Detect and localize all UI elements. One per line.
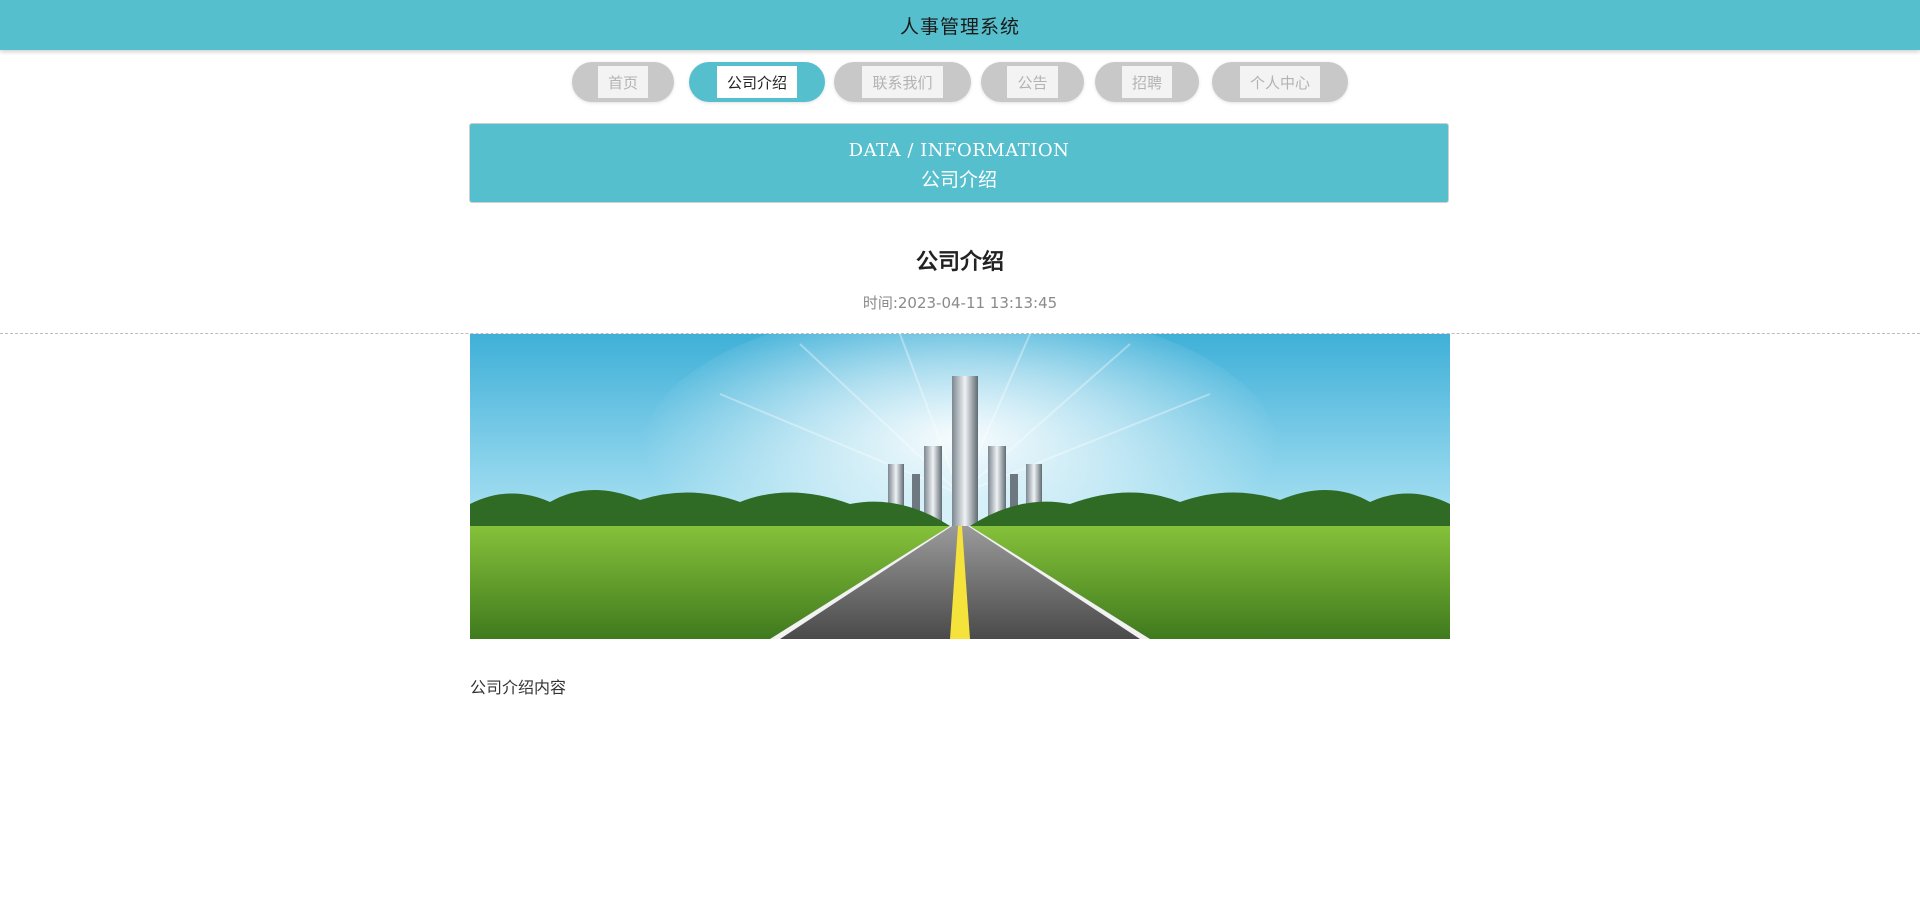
banner-subtitle-en: DATA / INFORMATION bbox=[848, 140, 1070, 161]
nav-item-label: 公告 bbox=[1007, 66, 1058, 98]
nav-item-label: 首页 bbox=[597, 66, 648, 98]
hero-image bbox=[470, 334, 1450, 639]
top-header: 人事管理系统 bbox=[0, 0, 1920, 50]
article-content: 公司介绍内容 bbox=[470, 678, 567, 697]
time-label: 时间: bbox=[862, 294, 898, 312]
nav-item-label: 公司介绍 bbox=[716, 66, 797, 98]
nav-item-company-intro[interactable]: 公司介绍 bbox=[689, 62, 825, 102]
banner-title-cn: 公司介绍 bbox=[920, 169, 997, 191]
section-banner: DATA / INFORMATION 公司介绍 bbox=[469, 123, 1449, 203]
nav-item-label: 招聘 bbox=[1121, 66, 1172, 98]
time-value: 2023-04-11 13:13:45 bbox=[897, 294, 1058, 312]
nav-item-personal-center[interactable]: 个人中心 bbox=[1212, 62, 1348, 102]
nav-item-recruitment[interactable]: 招聘 bbox=[1095, 62, 1199, 102]
nav-item-contact[interactable]: 联系我们 bbox=[834, 62, 971, 102]
article-timestamp: 时间:2023-04-11 13:13:45 bbox=[0, 292, 1920, 313]
nav-item-label: 联系我们 bbox=[862, 66, 943, 98]
nav-item-home[interactable]: 首页 bbox=[572, 62, 674, 102]
app-title: 人事管理系统 bbox=[899, 15, 1020, 38]
article-title: 公司介绍 bbox=[915, 250, 1004, 275]
main-nav: 首页 公司介绍 联系我们 公告 招聘 个人中心 bbox=[0, 62, 1920, 102]
nav-item-label: 个人中心 bbox=[1239, 66, 1320, 98]
nav-item-announcement[interactable]: 公告 bbox=[981, 62, 1084, 102]
